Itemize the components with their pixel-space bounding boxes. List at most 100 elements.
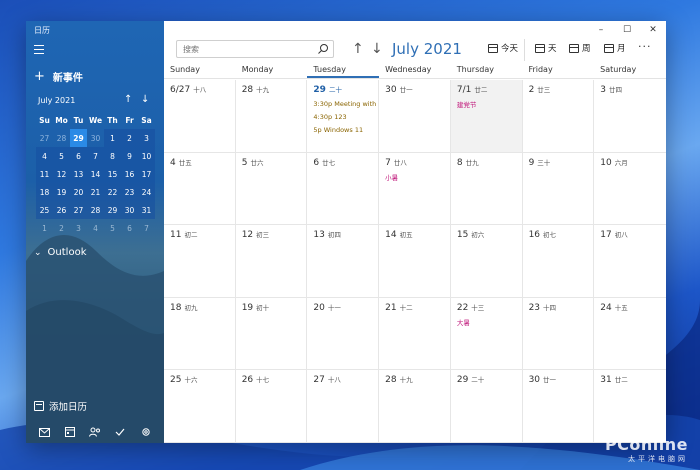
- day-cell[interactable]: 7/1 廿二 建党节: [450, 80, 523, 153]
- mini-calendar-day[interactable]: 28: [87, 201, 104, 219]
- day-cell[interactable]: 23 十四: [522, 297, 595, 371]
- mini-calendar-day[interactable]: 4: [87, 219, 104, 237]
- month-title[interactable]: July 2021: [392, 39, 462, 59]
- mini-calendar-day[interactable]: 22: [104, 183, 121, 201]
- day-cell[interactable]: 9 三十: [522, 152, 595, 226]
- mini-calendar-day[interactable]: 8: [104, 147, 121, 165]
- mini-calendar-day[interactable]: 3: [138, 129, 155, 147]
- mini-calendar-day[interactable]: 29: [104, 201, 121, 219]
- day-cell[interactable]: 14 初五: [379, 225, 451, 298]
- mini-calendar-day[interactable]: 24: [138, 183, 155, 201]
- mini-calendar-day[interactable]: 27: [70, 201, 87, 219]
- mini-calendar-day[interactable]: 7: [138, 219, 155, 237]
- add-calendar-button[interactable]: 添加日历: [34, 399, 87, 413]
- menu-icon[interactable]: [34, 45, 44, 55]
- mini-calendar-day[interactable]: 9: [121, 147, 138, 165]
- mini-calendar-day[interactable]: 13: [70, 165, 87, 183]
- day-cell[interactable]: 13 初四: [307, 225, 380, 298]
- day-cell[interactable]: 20 十一: [307, 297, 380, 371]
- day-cell[interactable]: 30 廿一: [522, 370, 595, 443]
- search-input[interactable]: [183, 44, 313, 54]
- minimize-icon[interactable]: –: [588, 21, 614, 39]
- day-cell[interactable]: 7 廿八 小暑: [379, 152, 451, 226]
- day-cell[interactable]: 17 初八: [594, 225, 666, 298]
- more-options-icon[interactable]: ···: [638, 40, 652, 53]
- mini-calendar-day[interactable]: 12: [53, 165, 70, 183]
- mini-calendar-day[interactable]: 10: [138, 147, 155, 165]
- maximize-icon[interactable]: ☐: [614, 21, 640, 39]
- mini-calendar-day[interactable]: 14: [87, 165, 104, 183]
- day-cell[interactable]: 26 十七: [235, 370, 308, 443]
- mail-icon[interactable]: [32, 421, 57, 443]
- mini-calendar-month[interactable]: July 2021: [38, 96, 75, 105]
- day-cell[interactable]: 27 十八: [307, 370, 380, 443]
- people-icon[interactable]: [82, 421, 107, 443]
- mini-prev-month-icon[interactable]: ↑: [124, 94, 132, 105]
- day-cell[interactable]: 19 初十: [235, 297, 308, 371]
- mini-next-month-icon[interactable]: ↓: [141, 94, 149, 105]
- settings-icon[interactable]: [133, 421, 158, 443]
- day-cell[interactable]: 3 廿四: [594, 80, 666, 153]
- day-cell-today[interactable]: 29 二十 3:30p Meeting with 4:30p 123 5p Window…: [307, 80, 380, 153]
- mini-calendar-day[interactable]: 1: [104, 129, 121, 147]
- mini-calendar-day[interactable]: 15: [104, 165, 121, 183]
- mini-calendar-day[interactable]: 4: [36, 147, 53, 165]
- day-cell[interactable]: 18 初九: [164, 297, 236, 371]
- day-cell[interactable]: 28 十九: [235, 80, 308, 153]
- day-cell[interactable]: 29 二十: [450, 370, 523, 443]
- day-cell[interactable]: 24 十五: [594, 298, 666, 371]
- mini-calendar-today[interactable]: 29: [70, 129, 87, 147]
- mini-calendar-day[interactable]: 1: [36, 219, 53, 237]
- mini-calendar-day[interactable]: 30: [87, 129, 104, 147]
- day-cell[interactable]: 16 初七: [522, 225, 595, 298]
- mini-calendar-day[interactable]: 21: [87, 183, 104, 201]
- mini-calendar-day[interactable]: 23: [121, 183, 138, 201]
- todo-icon[interactable]: [107, 421, 132, 443]
- mini-calendar-day[interactable]: 18: [36, 183, 53, 201]
- day-cell[interactable]: 30 廿一: [379, 80, 451, 153]
- mini-calendar-day[interactable]: 7: [87, 147, 104, 165]
- event-item[interactable]: 3:30p Meeting with: [313, 100, 376, 108]
- day-cell[interactable]: 22 十三 大暑: [450, 297, 523, 371]
- event-item[interactable]: 4:30p 123: [313, 113, 372, 121]
- day-cell[interactable]: 5 廿六: [235, 152, 308, 226]
- mini-calendar-day[interactable]: 5: [104, 219, 121, 237]
- day-cell[interactable]: 6/27 十八: [164, 80, 236, 153]
- mini-calendar-day[interactable]: 16: [121, 165, 138, 183]
- month-view-button[interactable]: 月: [604, 42, 626, 54]
- day-cell[interactable]: 2 廿三: [522, 80, 595, 153]
- day-cell[interactable]: 15 初六: [450, 225, 523, 298]
- day-cell[interactable]: 31 廿二: [594, 370, 666, 443]
- mini-calendar-day[interactable]: 6: [70, 147, 87, 165]
- calendar-icon[interactable]: [57, 421, 82, 443]
- mini-calendar-day[interactable]: 11: [36, 165, 53, 183]
- week-view-button[interactable]: 周: [569, 42, 591, 54]
- mini-calendar-day[interactable]: 6: [121, 219, 138, 237]
- day-view-button[interactable]: 天: [535, 42, 557, 54]
- event-item[interactable]: 5p Windows 11: [313, 126, 372, 134]
- day-cell[interactable]: 8 廿九: [450, 152, 523, 226]
- search-icon[interactable]: [317, 43, 329, 55]
- mini-calendar-day[interactable]: 2: [121, 129, 138, 147]
- mini-calendar-day[interactable]: 2: [53, 219, 70, 237]
- day-cell[interactable]: 28 十九: [379, 370, 451, 443]
- mini-calendar-day[interactable]: 5: [53, 147, 70, 165]
- mini-calendar-day[interactable]: 28: [53, 129, 70, 147]
- mini-calendar-day[interactable]: 27: [36, 129, 53, 147]
- prev-month-icon[interactable]: ↑: [352, 39, 364, 59]
- mini-calendar-day[interactable]: 17: [138, 165, 155, 183]
- mini-calendar-day[interactable]: 25: [36, 201, 53, 219]
- mini-calendar-day[interactable]: 30: [121, 201, 138, 219]
- day-cell[interactable]: 6 廿七: [307, 152, 380, 226]
- day-cell[interactable]: 21 十二: [379, 297, 451, 371]
- day-cell[interactable]: 12 初三: [235, 225, 308, 298]
- next-month-icon[interactable]: ↓: [371, 39, 383, 59]
- day-cell[interactable]: 11 初二: [164, 225, 236, 298]
- mini-calendar-day[interactable]: 3: [70, 219, 87, 237]
- close-icon[interactable]: ✕: [640, 21, 666, 39]
- today-button[interactable]: 今天: [488, 42, 518, 54]
- day-cell[interactable]: 25 十六: [164, 370, 236, 443]
- mini-calendar-day[interactable]: 31: [138, 201, 155, 219]
- outlook-account[interactable]: ⌄ Outlook: [34, 247, 86, 258]
- new-event-button[interactable]: + 新事件: [34, 69, 83, 84]
